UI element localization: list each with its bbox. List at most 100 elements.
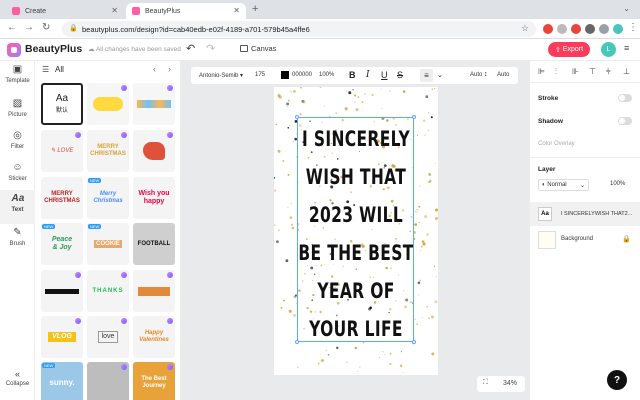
sparkle-dot <box>428 180 431 184</box>
template-thumb-merry-christmas-red[interactable]: MERRY CHRISTMAS <box>41 177 83 219</box>
template-thumb-love[interactable]: love <box>87 316 129 358</box>
resize-handle[interactable] <box>295 340 299 344</box>
profile-icon[interactable] <box>613 24 623 34</box>
color-overlay-label[interactable]: Color Overlay <box>538 141 575 147</box>
back-arrow-icon[interactable]: ← <box>7 22 17 33</box>
chevron-left-icon[interactable]: ‹ <box>153 64 156 74</box>
avatar[interactable]: L <box>601 42 616 57</box>
template-thumb-love-script[interactable]: ✎ LOVE <box>41 130 83 172</box>
template-thumb-blocks[interactable] <box>133 83 175 125</box>
line-height-value[interactable]: Auto <box>497 72 509 78</box>
template-thumb-gray[interactable] <box>87 362 129 400</box>
layer-opacity[interactable]: 100% <box>610 181 625 187</box>
template-thumb-default[interactable]: Aa 默认 <box>41 83 83 125</box>
template-thumb-cookie[interactable]: NEW COOKIE <box>87 223 129 265</box>
forward-arrow-icon[interactable]: → <box>24 22 34 33</box>
template-thumb-football[interactable]: FOOTBALL <box>133 223 175 265</box>
rail-label: Sticker <box>8 176 27 182</box>
address-bar[interactable]: 🔒 beautyplus.com/design?id=cab40edb-e02f… <box>62 21 536 37</box>
resize-handle[interactable] <box>295 115 299 119</box>
template-thumb-banner-black[interactable] <box>41 270 83 312</box>
blend-mode-select[interactable]: ◐ Normal ⌄ <box>538 179 589 191</box>
extension-icon[interactable] <box>543 24 553 34</box>
letter-spacing-value[interactable]: Auto <box>470 72 482 78</box>
rail-item-filter[interactable]: ◎ Filter <box>0 127 35 161</box>
help-button[interactable]: ? <box>607 370 627 390</box>
align-bottom-icon[interactable]: ⊥ <box>623 67 630 76</box>
bookmark-star-icon[interactable]: ☆ <box>521 23 529 34</box>
close-tab-icon[interactable]: ✕ <box>111 6 118 15</box>
rail-item-text[interactable]: Aa Text <box>0 190 35 224</box>
undo-icon[interactable]: ↶ <box>186 42 195 55</box>
resize-handle[interactable] <box>412 340 416 344</box>
rail-item-sticker[interactable]: ☺ Sticker <box>0 159 35 193</box>
thumb-text: MERRY CHRISTMAS <box>44 191 80 204</box>
align-middle-icon[interactable]: ⫩ <box>606 67 611 77</box>
font-size-input[interactable]: 175 <box>255 72 265 78</box>
template-icon: ▣ <box>12 64 23 75</box>
rail-item-brush[interactable]: ✎ Brush <box>0 224 35 258</box>
layer-item-background[interactable]: Background 🔒 <box>530 228 640 252</box>
chevron-right-icon[interactable]: › <box>168 64 171 74</box>
strikethrough-icon[interactable]: S <box>397 70 403 80</box>
export-button[interactable]: ⇧ Export <box>548 42 590 57</box>
rail-item-picture[interactable]: ▨ Picture <box>0 95 35 129</box>
template-thumb-merry-christmas[interactable]: MERRY CHRISTMAS <box>87 130 129 172</box>
bold-icon[interactable]: B <box>349 70 356 80</box>
zoom-control[interactable]: ⛶ 34% <box>477 376 525 392</box>
extension-icon[interactable] <box>571 24 581 34</box>
layer-item-text[interactable]: Aa I SINCERELYWISH THAT2... <box>530 202 640 226</box>
menu-icon[interactable]: ≡ <box>624 43 629 53</box>
category-all[interactable]: All <box>55 65 64 74</box>
text-color-swatch[interactable] <box>281 71 289 79</box>
collapse-button[interactable]: « Collapse <box>0 369 35 387</box>
browser-menu-icon[interactable]: ⋮ <box>628 22 638 33</box>
redo-icon[interactable]: ↷ <box>206 42 215 55</box>
extension-icon[interactable] <box>557 24 567 34</box>
resize-handle[interactable] <box>412 115 416 119</box>
align-center-h-icon[interactable]: ⫶ <box>555 67 557 77</box>
sidebar-icon[interactable] <box>599 24 609 34</box>
italic-icon[interactable]: I <box>366 70 370 80</box>
template-thumb-red-splash[interactable] <box>133 130 175 172</box>
template-thumb-thanks[interactable]: THANKS <box>87 270 129 312</box>
underline-icon[interactable]: U <box>381 70 388 80</box>
browser-tab-beautyplus[interactable]: BeautyPlus ✕ <box>126 3 246 19</box>
align-right-icon[interactable]: ⊪ <box>572 67 579 76</box>
canvas-button[interactable]: Canvas <box>240 44 276 53</box>
text-align-center-icon[interactable]: ≡ <box>420 69 433 82</box>
tab-search-chevron-icon[interactable]: ⌄ <box>623 4 630 13</box>
font-family-select[interactable]: Antonio-Semib ▾ <box>199 72 243 79</box>
text-color-hex[interactable]: 000000 <box>292 72 312 78</box>
fit-screen-icon[interactable]: ⛶ <box>483 379 488 387</box>
align-chevron-down-icon[interactable]: ⌄ <box>437 71 443 79</box>
text-opacity[interactable]: 100% <box>319 72 334 78</box>
lock-icon[interactable]: 🔒 <box>622 235 631 243</box>
template-thumb-sparkle[interactable] <box>87 83 129 125</box>
thumb-text: MERRY CHRISTMAS <box>90 144 126 157</box>
template-thumb-orange-tag[interactable] <box>133 270 175 312</box>
close-tab-icon[interactable]: ✕ <box>233 6 240 15</box>
template-thumb-best-journey[interactable]: The Best Journey <box>133 362 175 400</box>
align-left-icon[interactable]: ⊫ <box>538 67 545 76</box>
template-thumb-peace-joy[interactable]: NEW Peace & Joy <box>41 223 83 265</box>
browser-tab-create[interactable]: Create ✕ <box>6 3 124 19</box>
template-thumb-happy-valentines[interactable]: Happy Valentines <box>133 316 175 358</box>
zoom-level[interactable]: 34% <box>503 380 517 387</box>
reload-icon[interactable]: ↻ <box>42 22 50 33</box>
beautyplus-logo[interactable] <box>7 43 21 57</box>
text-selection-box[interactable] <box>295 115 416 344</box>
template-thumb-merry-christmas-blue[interactable]: NEW Merry Christmas <box>87 177 129 219</box>
template-thumb-wish-you-happy[interactable]: Wish you happy <box>133 177 175 219</box>
new-tab-icon[interactable]: + <box>252 3 258 15</box>
shadow-toggle[interactable] <box>618 117 632 125</box>
template-thumb-vlog[interactable]: VLOG <box>41 316 83 358</box>
stroke-toggle[interactable] <box>618 94 632 102</box>
template-thumb-sunny[interactable]: NEW sunny. <box>41 362 83 400</box>
thumb-art <box>93 97 123 111</box>
rail-item-template[interactable]: ▣ Template <box>0 61 35 95</box>
puzzle-icon[interactable] <box>585 24 595 34</box>
alignment-row: ⊫ ⫶ ⊪ ⊤ ⫩ ⊥ <box>530 61 640 83</box>
filter-list-icon[interactable]: ☰ <box>42 65 49 74</box>
align-top-icon[interactable]: ⊤ <box>589 67 596 76</box>
